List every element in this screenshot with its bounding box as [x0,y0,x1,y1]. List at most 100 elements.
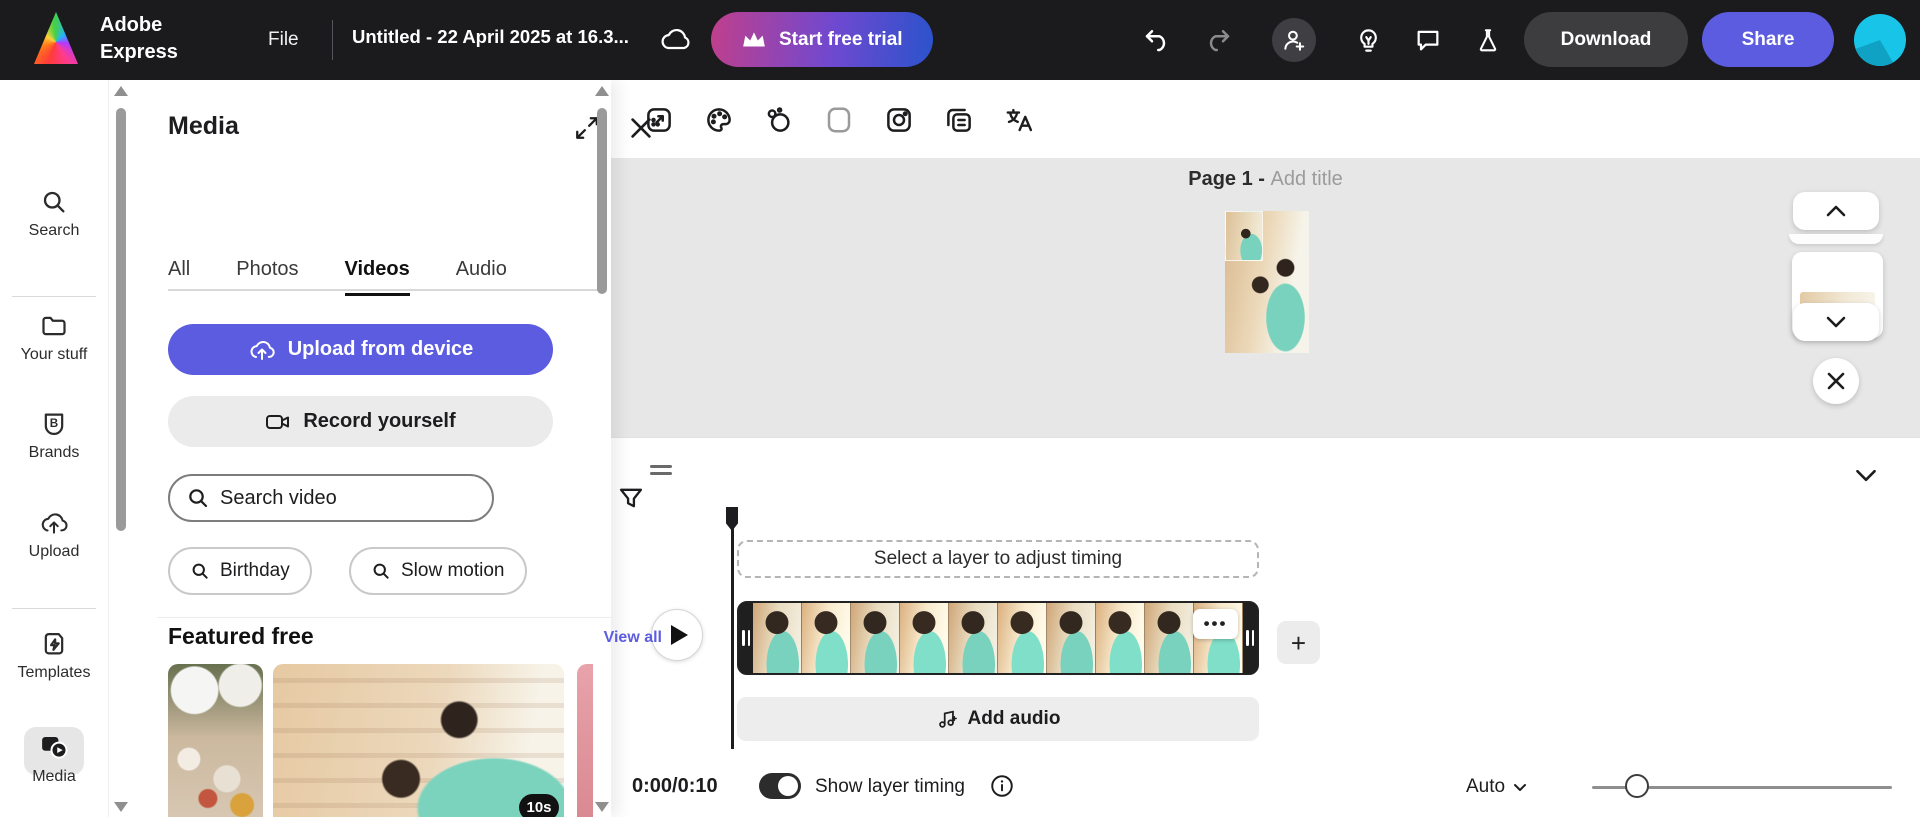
page-number-label: Page 1 - [1188,168,1271,190]
add-layer-button[interactable]: + [1277,621,1320,664]
filmstrip-frame [802,603,851,673]
brand-name: Adobe Express [100,12,178,66]
sidebar-item-search[interactable]: Search [0,188,108,240]
sidebar-label: Upload [28,543,80,560]
adobe-express-logo-icon[interactable] [34,12,78,64]
start-free-trial-button[interactable]: Start free trial [711,12,933,67]
brand-line2: Express [100,41,178,63]
chip-slow-motion[interactable]: Slow motion [349,547,527,595]
collapse-timeline-icon[interactable] [1851,460,1881,490]
undo-icon[interactable] [1135,18,1179,62]
show-layer-timing-label: Show layer timing [815,776,965,797]
cloud-save-icon[interactable] [655,20,697,60]
scenes-icon[interactable] [761,102,797,138]
rail-divider [12,296,96,297]
search-icon [190,561,210,581]
music-note-icon [936,708,958,730]
scroll-up-arrow[interactable] [114,86,128,96]
sidebar-item-your-stuff[interactable]: Your stuff [0,312,108,364]
section-divider [157,617,612,618]
chip-birthday[interactable]: Birthday [168,547,312,595]
filmstrip [753,603,1243,673]
sidebar-label: Brands [28,444,80,461]
stock-video-thumbnail-partial[interactable] [577,664,593,817]
record-yourself-button[interactable]: Record yourself [168,396,553,447]
page-title-row: Page 1 - Add title [611,168,1920,191]
beta-flask-icon[interactable] [1466,18,1510,62]
social-post-icon[interactable] [881,102,917,138]
timeline-drag-handle[interactable] [650,465,672,477]
duplicate-pages-icon[interactable] [941,102,977,138]
select-layer-hint: Select a layer to adjust timing [737,540,1259,578]
info-icon[interactable] [989,773,1015,799]
sidebar-item-media[interactable]: Media [0,732,108,786]
next-page-button[interactable] [1793,303,1879,341]
previous-page-button[interactable] [1793,192,1879,230]
close-page-controls-button[interactable] [1813,358,1859,404]
trim-handle-right[interactable] [1243,603,1257,673]
close-panel-icon[interactable] [625,112,657,144]
show-layer-timing-toggle[interactable] [759,773,801,799]
search-icon [371,561,391,581]
timeline-zoom-slider-knob[interactable] [1625,774,1649,798]
sidebar-item-upload[interactable]: Upload [0,509,108,561]
frame-icon[interactable] [821,102,857,138]
upload-from-device-button[interactable]: Upload from device [168,324,553,375]
clip-more-options-button[interactable]: ••• [1193,609,1238,639]
stock-video-thumbnail-couple[interactable] [273,664,564,817]
document-title[interactable]: Untitled - 22 April 2025 at 16.3... [352,26,647,48]
trim-handle-left[interactable] [739,603,753,673]
scroll-down-arrow[interactable] [114,802,128,812]
sidebar-label: Your stuff [20,346,88,363]
sidebar-item-brands[interactable]: B Brands [0,410,108,462]
scrollbar-thumb[interactable] [116,108,126,531]
start-free-trial-label: Start free trial [779,28,903,50]
invite-collaborators-icon[interactable] [1272,18,1316,62]
download-button[interactable]: Download [1524,12,1688,67]
translate-icon[interactable] [1001,102,1037,138]
add-title-placeholder[interactable]: Add title [1271,168,1343,190]
scroll-up-arrow[interactable] [595,86,609,96]
rail-divider [12,608,96,609]
tips-lightbulb-icon[interactable] [1346,18,1390,62]
view-all-link[interactable]: View all [498,629,662,647]
record-yourself-label: Record yourself [303,410,456,432]
play-icon [671,625,688,645]
top-bar: Adobe Express File Untitled - 22 April 2… [0,0,1920,80]
duration-badge: 10s [519,794,559,817]
featured-free-heading: Featured free [168,623,314,649]
playhead-handle[interactable] [726,507,738,531]
toggle-knob [778,776,798,796]
add-audio-button[interactable]: Add audio [737,697,1259,741]
filmstrip-frame [900,603,949,673]
panel-title: Media [168,112,239,140]
video-camera-icon [265,412,291,432]
page-video-thumbnail[interactable] [1225,211,1309,353]
media-icon [39,732,69,762]
page-peek-edge [1789,234,1883,244]
zoom-mode-dropdown[interactable]: Auto [1466,776,1527,798]
filmstrip-frame [1145,603,1194,673]
file-menu[interactable]: File [258,25,309,55]
stock-video-thumbnail-food[interactable] [168,664,263,817]
picture-in-picture-layer[interactable] [1225,211,1263,261]
sidebar-item-templates[interactable]: Templates [0,630,108,682]
panel-right-scrollbar [595,80,609,817]
chip-label: Birthday [220,560,290,581]
filter-icon[interactable] [613,480,649,516]
share-button[interactable]: Share [1702,12,1834,67]
video-clip-track[interactable] [737,601,1259,675]
filmstrip-frame [753,603,802,673]
timeline-panel: Select a layer to adjust timing ••• + Ad… [611,437,1920,817]
scroll-down-arrow[interactable] [595,802,609,812]
chevron-down-icon [1514,783,1527,791]
redo-icon[interactable] [1196,18,1240,62]
sidebar-label: Templates [17,664,91,681]
comments-icon[interactable] [1406,18,1450,62]
scrollbar-thumb[interactable] [597,108,607,294]
search-video-input[interactable] [220,486,476,510]
topbar-divider [332,20,333,60]
palette-icon[interactable] [701,102,737,138]
crown-icon [741,30,767,50]
account-avatar[interactable] [1854,14,1906,66]
